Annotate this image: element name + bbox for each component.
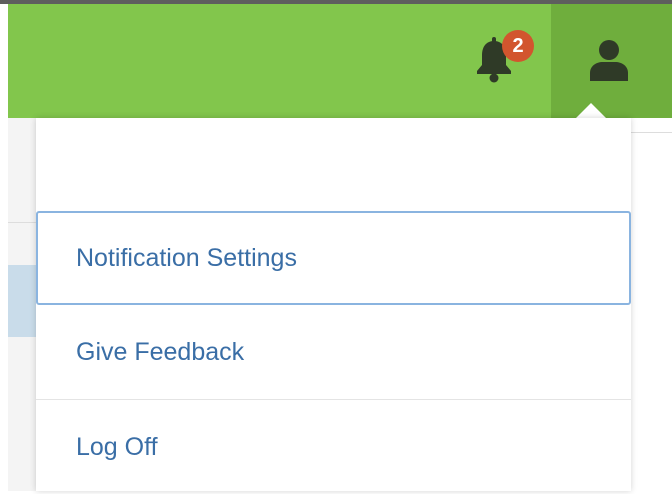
menu-item-notification-settings[interactable]: Notification Settings (36, 211, 631, 305)
background-page-right (631, 118, 672, 491)
menu-item-give-feedback[interactable]: Give Feedback (36, 305, 631, 399)
background-selected-row (8, 265, 36, 337)
background-divider (631, 132, 672, 133)
background-divider (8, 222, 36, 223)
menu-item-log-off[interactable]: Log Off (36, 400, 631, 494)
dropdown-caret (576, 103, 606, 118)
user-dropdown-menu: Notification Settings Give Feedback Log … (36, 118, 631, 491)
notification-count-badge: 2 (502, 30, 534, 62)
user-icon[interactable] (588, 39, 630, 81)
